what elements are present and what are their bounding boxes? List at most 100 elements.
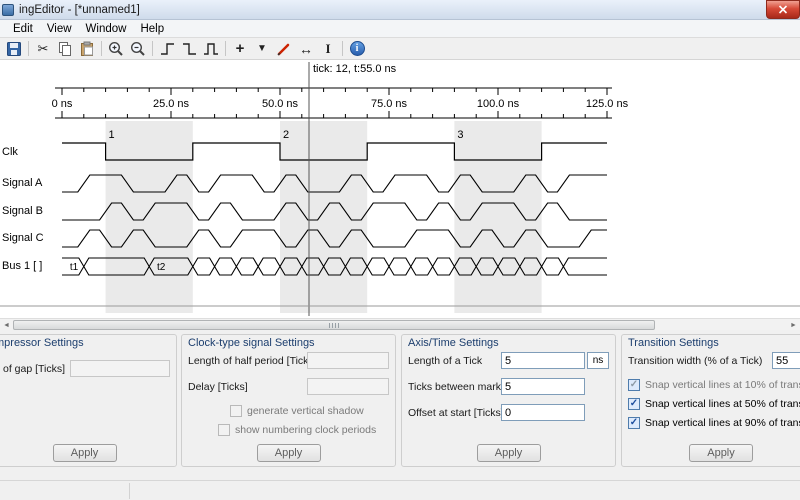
gap-label: of gap [Ticks] [3,362,66,375]
app-icon [2,3,14,16]
timing-diagram-area[interactable]: 0 ns 25.0 ns 50.0 ns 75.0 ns 100.0 ns 125.0 n… [0,60,800,318]
clock-period-number: 3 [457,129,463,141]
falling-edge-icon [182,42,196,55]
toolbar-separator [342,41,343,56]
apply-button-transition[interactable]: Apply [689,444,753,462]
edge-pulse-tool[interactable] [200,39,222,59]
half-period-input [307,352,389,369]
axis-time-label: 100.0 ns [477,98,520,110]
apply-button-compressor[interactable]: Apply [52,444,117,462]
ticks-between-markers-label: Ticks between markers [408,380,501,393]
panel-title-transition: Transition Settings [628,337,719,349]
marker-tool[interactable]: ▼ [251,39,273,59]
checkbox-label-shadow: generate vertical shadow [247,405,364,417]
panel-title-clock: Clock-type signal Settings [188,337,315,349]
add-tool[interactable]: + [229,39,251,59]
horizontal-resize-tool[interactable]: ↔ [295,39,317,59]
tick-length-input[interactable] [501,352,585,369]
scroll-left-button[interactable]: ◄ [0,320,13,330]
waveform-canvas[interactable]: 0 ns 25.0 ns 50.0 ns 75.0 ns 100.0 ns 125.0 n… [0,60,800,318]
checkbox-generate-vertical-shadow [230,405,242,417]
text-tool[interactable]: I [317,39,339,59]
scrollbar-thumb[interactable] [13,320,655,330]
signal-label-bus1[interactable]: Bus 1 [ ] [2,260,56,274]
time-unit-select[interactable]: ns [587,352,609,369]
toolbar-separator [101,41,102,56]
save-icon [7,41,21,56]
checkbox-snap-10: ✓ [628,379,640,391]
triangle-marker-icon: ▼ [257,42,267,54]
check-icon: ✓ [629,379,639,390]
scroll-left-icon: ◄ [3,321,10,329]
toolbar: ✂ + ▼ ↔ I i [0,38,800,60]
pen-tool[interactable] [273,39,295,59]
save-button[interactable] [3,39,25,59]
apply-button-clock[interactable]: Apply [256,444,321,462]
check-icon: ✓ [629,417,639,428]
window-title: ingEditor - [*unnamed1] [19,3,140,16]
axis-time-label: 75.0 ns [371,98,408,110]
clock-period-number: 1 [109,129,115,141]
edge-fall-tool[interactable] [178,39,200,59]
gap-input [70,360,170,377]
axis-time-label: 125.0 ns [586,98,629,110]
transition-width-input[interactable] [772,352,800,369]
clock-shadow-band [280,121,368,313]
paste-button[interactable] [76,39,98,59]
axis-time-label: 25.0 ns [153,98,190,110]
info-icon: i [349,41,365,56]
apply-button-axis[interactable]: Apply [476,444,541,462]
delay-input [307,378,389,395]
cursor-readout: tick: 12, t:55.0 ns [313,63,397,75]
delay-label: Delay [Ticks] [188,380,248,393]
close-icon [778,5,788,14]
signal-label-a[interactable]: Signal A [2,177,56,191]
plus-icon: + [235,40,245,57]
status-bar-divider [129,483,130,499]
checkbox-snap-50[interactable]: ✓ [628,398,640,410]
scroll-right-button[interactable]: ► [787,320,800,330]
text-cursor-icon: I [325,41,331,56]
close-button[interactable] [766,0,800,19]
offset-input[interactable] [501,404,585,421]
toolbar-separator [152,41,153,56]
clock-shadow-band [454,121,542,313]
menu-help[interactable]: Help [133,21,171,37]
zoom-in-button[interactable] [105,39,127,59]
axis-time-label: 0 ns [52,98,73,110]
timing-diagram: 0 ns 25.0 ns 50.0 ns 75.0 ns 100.0 ns 125.0 n… [0,62,800,316]
checkbox-show-numbering [218,424,230,436]
cut-icon: ✂ [37,41,49,56]
panel-transition-settings: Transition Settings Transition width (% … [621,334,800,467]
tick-length-label: Length of a Tick [408,354,483,367]
paste-icon [81,41,93,56]
zoom-out-button[interactable] [127,39,149,59]
half-period-label: Length of half period [Ticks] [188,354,307,367]
zoom-out-icon [130,41,145,56]
signal-label-clk[interactable]: Clk [2,146,56,160]
scroll-right-icon: ► [790,321,797,329]
cut-button[interactable]: ✂ [32,39,54,59]
rising-edge-icon [160,42,174,55]
panel-axis-time-settings: Axis/Time Settings Length of a Tick ns T… [401,334,616,467]
checkbox-snap-90[interactable]: ✓ [628,417,640,429]
panel-title-compressor: mpressor Settings [0,337,84,349]
check-icon: ✓ [629,398,639,409]
signal-label-c[interactable]: Signal C [2,232,56,246]
scrollbar-grip [329,323,339,328]
ticks-between-markers-input[interactable] [501,378,585,395]
menu-edit[interactable]: Edit [6,21,40,37]
toolbar-separator [28,41,29,56]
signal-label-b[interactable]: Signal B [2,205,56,219]
edge-rise-tool[interactable] [156,39,178,59]
panel-compressor-settings: mpressor Settings of gap [Ticks] Apply [0,334,177,467]
horizontal-scrollbar[interactable]: ◄ ► [0,318,800,330]
menu-view[interactable]: View [40,21,79,37]
copy-button[interactable] [54,39,76,59]
offset-label: Offset at start [Ticks] [408,406,501,419]
panel-title-axis: Axis/Time Settings [408,337,499,349]
about-button[interactable]: i [346,39,368,59]
menu-window[interactable]: Window [79,21,134,37]
horizontal-arrows-icon: ↔ [299,40,313,57]
checkbox-label-snap-90: Snap vertical lines at 90% of trans [645,417,800,429]
